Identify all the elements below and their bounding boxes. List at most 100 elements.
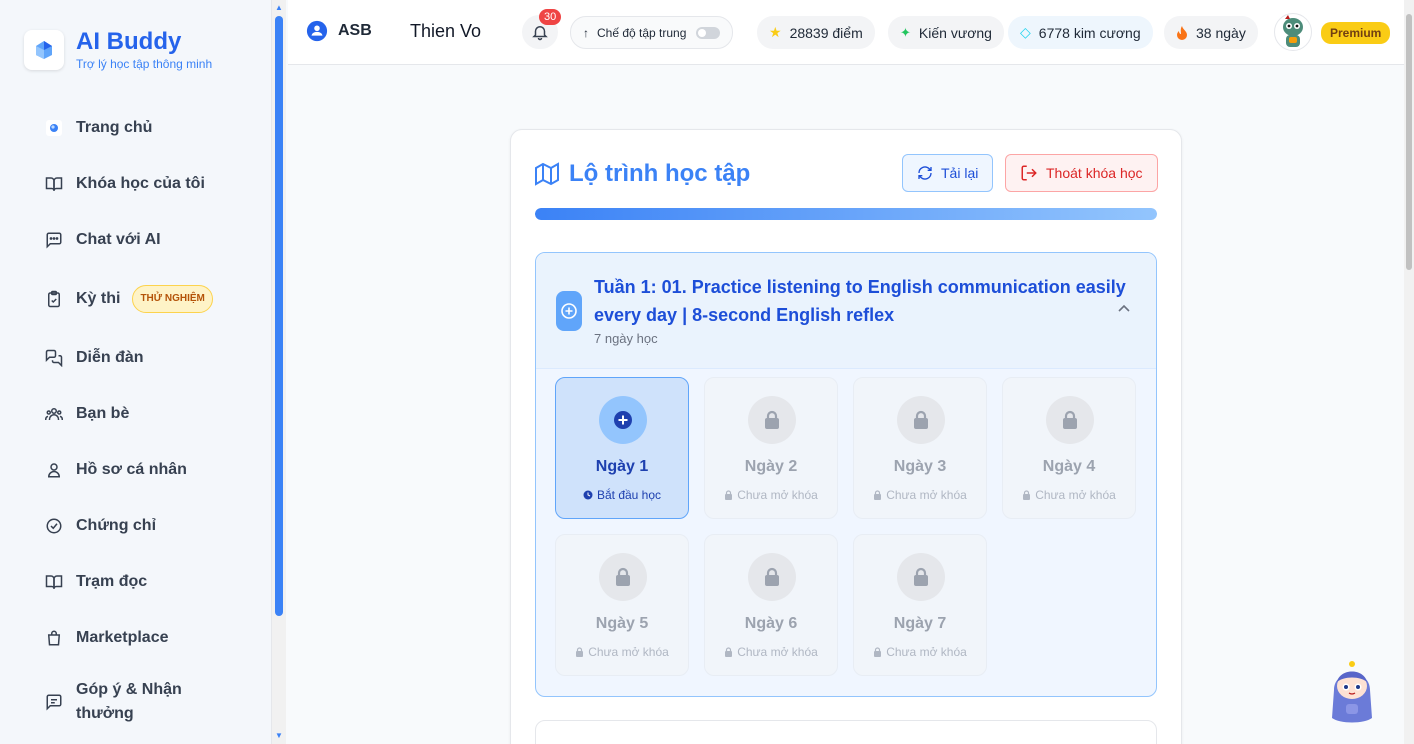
sidebar-item-label: Trạm đọc [76, 573, 148, 590]
page-scrollbar-thumb[interactable] [1406, 14, 1412, 270]
refresh-icon [918, 166, 932, 180]
lock-icon [748, 553, 796, 601]
home-logo-icon [44, 118, 64, 138]
assistant-mascot-button[interactable] [1324, 660, 1380, 724]
ant-icon: ✦ [900, 24, 911, 40]
sidebar-item-forum[interactable]: Diễn đàn [44, 330, 272, 386]
week-subtitle: 7 ngày học [594, 331, 658, 346]
sidebar-item-label: Chứng chỉ [76, 517, 157, 534]
lock-small-icon [1023, 490, 1031, 500]
notification-count-badge: 30 [539, 9, 562, 25]
day-status-text: Chưa mở khóa [588, 645, 669, 659]
sidebar-item-label: Khóa học của tôi [76, 175, 205, 192]
clipboard-check-icon [44, 289, 64, 309]
lock-icon [1046, 396, 1094, 444]
day-status: Chưa mở khóa [705, 645, 837, 659]
day-label: Ngày 4 [1042, 458, 1096, 475]
scroll-up-arrow-icon[interactable]: ▲ [274, 3, 284, 13]
org-switcher[interactable]: ASB [306, 20, 372, 42]
day-card[interactable]: Ngày 4 Chưa mở khóa [1002, 377, 1136, 519]
roadmap-card: Lộ trình học tập Tải lại Thoát khóa học … [510, 129, 1182, 744]
sidebar-item-certificates[interactable]: Chứng chỉ [44, 498, 272, 554]
gems-chip[interactable]: ◇ 6778 kim cương [1008, 16, 1153, 49]
sidebar: AI Buddy Trợ lý học tập thông minh Trang… [0, 0, 272, 744]
focus-mode-label: Chế độ tập trung [597, 25, 687, 40]
day-status: Chưa mở khóa [556, 645, 688, 659]
sidebar-scrollbar-thumb[interactable] [275, 16, 283, 616]
scroll-down-arrow-icon[interactable]: ▼ [274, 731, 284, 741]
brand-logo-icon [24, 30, 64, 70]
org-name: ASB [338, 22, 372, 39]
day-card[interactable]: Ngày 1 Bắt đầu học [555, 377, 689, 519]
lock-icon [897, 553, 945, 601]
book-open-icon [44, 174, 64, 194]
sidebar-item-chat-ai[interactable]: Chat với AI [44, 212, 272, 268]
sidebar-item-my-courses[interactable]: Khóa học của tôi [44, 156, 272, 212]
sidebar-item-label: Hồ sơ cá nhân [76, 461, 187, 478]
rank-chip[interactable]: ✦ Kiến vương [888, 16, 1004, 49]
star-icon: ★ [769, 24, 782, 40]
lock-small-icon [576, 647, 584, 657]
lock-icon [599, 553, 647, 601]
org-icon [306, 20, 328, 42]
sidebar-item-friends[interactable]: Bạn bè [44, 386, 272, 442]
progress-bar [535, 208, 1157, 220]
day-status-text: Chưa mở khóa [737, 488, 818, 502]
sidebar-item-marketplace[interactable]: Marketplace [44, 610, 272, 666]
sidebar-item-feedback[interactable]: Góp ý & Nhận thưởng [44, 666, 272, 738]
day-status: Bắt đầu học [556, 488, 688, 502]
reload-button[interactable]: Tải lại [902, 154, 994, 192]
day-card[interactable]: Ngày 6 Chưa mở khóa [704, 534, 838, 676]
book-open-icon [44, 572, 64, 592]
day-label: Ngày 2 [744, 458, 798, 475]
sidebar-item-label: Kỳ thi [76, 290, 121, 307]
avatar[interactable] [1274, 13, 1312, 51]
lock-small-icon [874, 647, 882, 657]
sidebar-item-label: Diễn đàn [76, 349, 144, 366]
sidebar-item-label: Trang chủ [76, 119, 153, 136]
day-status: Chưa mở khóa [854, 488, 986, 502]
week-header[interactable]: Tuần 1: 01. Practice listening to Englis… [536, 253, 1156, 369]
reload-label: Tải lại [941, 165, 979, 181]
focus-mode-switch[interactable] [696, 26, 721, 39]
day-card[interactable]: Ngày 7 Chưa mở khóa [853, 534, 987, 676]
mascot-icon [1332, 661, 1372, 723]
lock-icon [897, 396, 945, 444]
sidebar-scrollbar[interactable]: ▲ ▼ [272, 0, 286, 744]
sidebar-item-label: Bạn bè [76, 405, 130, 422]
day-status: Chưa mở khóa [854, 645, 986, 659]
sidebar-item-label: Marketplace [76, 629, 169, 646]
plus-circle-icon [599, 396, 647, 444]
day-card[interactable]: Ngày 2 Chưa mở khóa [704, 377, 838, 519]
bell-icon [532, 26, 548, 41]
points-chip[interactable]: ★ 28839 điểm [757, 16, 875, 49]
sidebar-item-exams[interactable]: Kỳ thi THỬ NGHIỆM [44, 268, 272, 330]
brand[interactable]: AI Buddy Trợ lý học tập thông minh [24, 28, 212, 72]
user-name: Thien Vo [410, 21, 482, 41]
day-status-text: Bắt đầu học [596, 488, 662, 502]
forum-icon [44, 348, 64, 368]
day-card[interactable]: Ngày 5 Chưa mở khóa [555, 534, 689, 676]
page-scrollbar[interactable] [1404, 0, 1414, 744]
day-status-text: Chưa mở khóa [886, 488, 967, 502]
chat-icon [44, 230, 64, 250]
points-value: 28839 điểm [789, 24, 863, 41]
lock-small-icon [725, 490, 733, 500]
feedback-icon [44, 692, 64, 712]
day-card[interactable]: Ngày 3 Chưa mở khóa [853, 377, 987, 519]
focus-mode-toggle[interactable]: ↑ Chế độ tập trung [570, 16, 734, 49]
chevron-up-icon[interactable] [1116, 301, 1132, 322]
logout-icon [1021, 165, 1037, 181]
progress-bar-fill [535, 208, 1157, 220]
clock-icon [583, 490, 593, 500]
streak-value: 38 ngày [1196, 24, 1246, 41]
day-status-text: Chưa mở khóa [886, 645, 967, 659]
day-status: Chưa mở khóa [705, 488, 837, 502]
exit-course-button[interactable]: Thoát khóa học [1005, 154, 1158, 192]
streak-chip[interactable]: 38 ngày [1164, 16, 1258, 49]
exit-course-label: Thoát khóa học [1046, 165, 1143, 181]
day-label: Ngày 6 [744, 615, 798, 632]
sidebar-item-reading-station[interactable]: Trạm đọc [44, 554, 272, 610]
sidebar-item-home[interactable]: Trang chủ [44, 100, 272, 156]
sidebar-item-profile[interactable]: Hồ sơ cá nhân [44, 442, 272, 498]
